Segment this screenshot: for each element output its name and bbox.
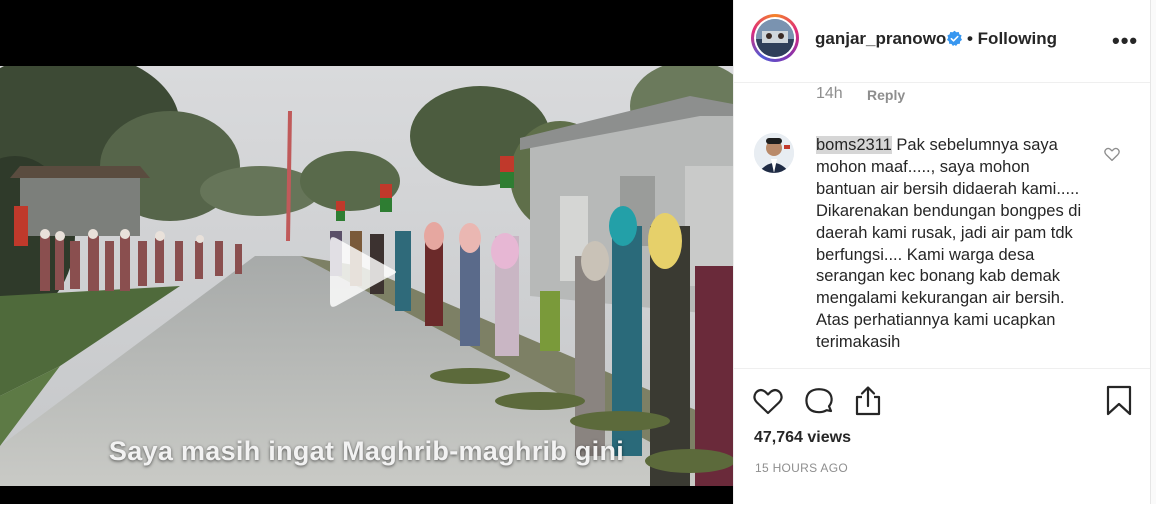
reply-button[interactable]: Reply (867, 87, 905, 103)
like-comment-heart-icon[interactable] (1103, 145, 1121, 163)
heart-icon[interactable] (751, 384, 785, 418)
author-avatar[interactable] (751, 14, 799, 62)
more-options-icon[interactable]: ••• (1112, 28, 1138, 54)
commenter-avatar[interactable] (754, 133, 794, 173)
video-player[interactable]: Saya masih ingat Maghrib-maghrib gini (0, 0, 733, 504)
share-icon[interactable] (851, 384, 885, 418)
post-header: ganjar_pranowo • Following ••• (734, 0, 1151, 83)
comments-list[interactable]: 14h Reply boms2311 Pak sebelumnya saya m… (734, 83, 1151, 368)
post-actions: 47,764 views 15 HOURS AGO (734, 368, 1151, 505)
page-scrollbar[interactable] (1150, 0, 1156, 504)
video-caption: Saya masih ingat Maghrib-maghrib gini (108, 436, 625, 466)
play-icon[interactable] (322, 232, 402, 312)
bookmark-icon[interactable] (1102, 384, 1136, 418)
verified-badge-icon (946, 30, 963, 46)
post-panel: ganjar_pranowo • Following ••• 14h Reply… (733, 0, 1151, 504)
previous-comment-time: 14h (816, 85, 843, 102)
post-timestamp: 15 HOURS AGO (755, 461, 848, 475)
comment-text: Pak sebelumnya saya mohon maaf....., say… (816, 136, 1082, 352)
comment-username[interactable]: boms2311 (816, 136, 892, 154)
following-button[interactable]: • Following (967, 29, 1057, 49)
comment-icon[interactable] (802, 384, 836, 418)
author-username[interactable]: ganjar_pranowo (815, 29, 946, 49)
comment-body: boms2311 Pak sebelumnya saya mohon maaf.… (816, 135, 1086, 354)
view-count[interactable]: 47,764 views (754, 429, 851, 447)
